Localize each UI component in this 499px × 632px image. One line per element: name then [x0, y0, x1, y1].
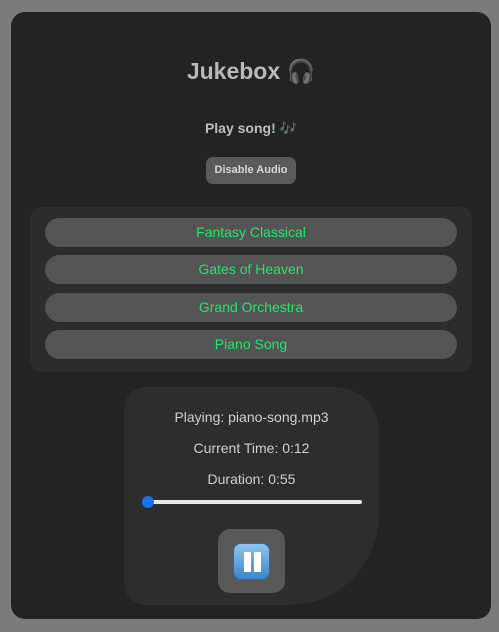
progress-slider[interactable] [142, 496, 362, 508]
jukebox-panel: Jukebox 🎧 Play song! 🎶 Disable Audio Fan… [11, 12, 491, 619]
slider-track [142, 500, 362, 504]
pause-button[interactable] [218, 529, 285, 593]
now-playing-text: Playing: piano-song.mp3 [174, 409, 329, 425]
duration-text: Duration: 0:55 [207, 471, 296, 487]
song-list: Fantasy Classical Gates of Heaven Grand … [30, 207, 472, 372]
page-title: Jukebox 🎧 [186, 58, 316, 84]
current-time-text: Current Time: 0:12 [193, 440, 310, 456]
play-song-heading: Play song! 🎶 [204, 120, 298, 136]
pause-bar-left [244, 552, 251, 572]
disable-audio-button[interactable]: Disable Audio [206, 157, 296, 184]
pause-bar-right [254, 552, 261, 572]
song-button-grand-orchestra[interactable]: Grand Orchestra [45, 293, 457, 322]
song-button-gates-of-heaven[interactable]: Gates of Heaven [45, 255, 457, 284]
song-button-fantasy-classical[interactable]: Fantasy Classical [45, 218, 457, 247]
song-button-piano-song[interactable]: Piano Song [45, 330, 457, 359]
player-panel: Playing: piano-song.mp3 Current Time: 0:… [124, 387, 379, 605]
pause-icon [233, 543, 270, 580]
slider-thumb[interactable] [142, 496, 154, 508]
